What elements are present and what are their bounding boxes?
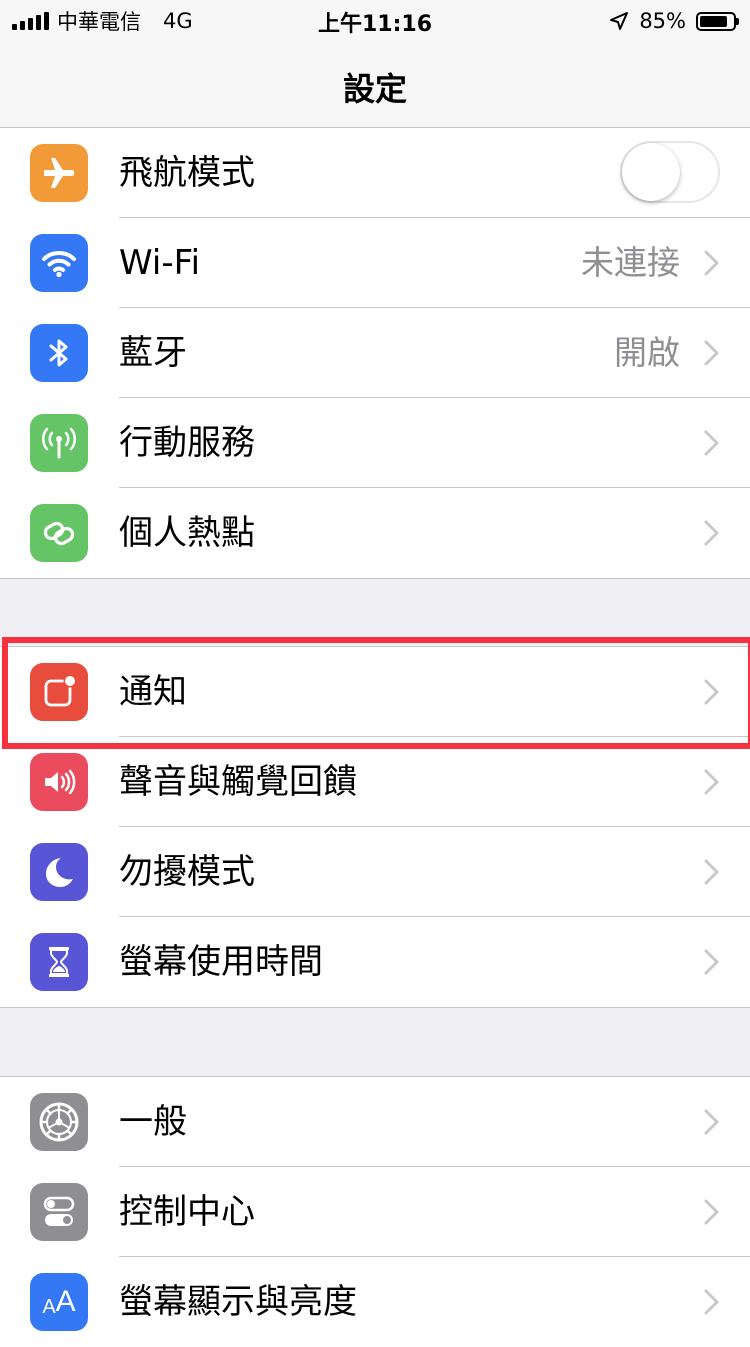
battery-fill	[700, 15, 728, 27]
settings-row-airplane-mode[interactable]: 飛航模式	[0, 128, 750, 218]
hotspot-chain-icon	[30, 504, 88, 562]
battery-icon	[696, 11, 739, 31]
navigation-bar: 設定	[0, 40, 750, 128]
bluetooth-icon	[30, 324, 88, 382]
wifi-icon	[30, 234, 88, 292]
settings-row-label: Wi-Fi	[119, 243, 201, 283]
speaker-icon	[30, 753, 88, 811]
chevron-right-icon	[704, 340, 719, 366]
settings-row-label: 行動服務	[119, 423, 255, 463]
settings-group-notifications: 通知 聲音與觸覺回饋 勿擾模式 螢幕使用時間	[0, 646, 750, 1008]
settings-row-screen-time[interactable]: 螢幕使用時間	[0, 917, 750, 1007]
chevron-right-icon	[704, 1199, 719, 1225]
airplane-icon	[30, 144, 88, 202]
chevron-right-icon	[704, 250, 719, 276]
chevron-right-icon	[704, 949, 719, 975]
gear-icon	[30, 1093, 88, 1151]
toggle-knob	[622, 143, 680, 201]
battery-percent: 85%	[639, 9, 686, 33]
text-size-icon-glyph: AA	[42, 1285, 76, 1318]
chevron-right-icon	[704, 520, 719, 546]
settings-group-general: 一般 控制中心 AA 螢幕顯示與亮度	[0, 1076, 750, 1347]
location-arrow-icon	[610, 12, 629, 30]
settings-row-label: 螢幕顯示與亮度	[119, 1282, 357, 1322]
settings-row-notifications[interactable]: 通知	[0, 647, 750, 737]
toggles-icon	[30, 1183, 88, 1241]
notifications-icon	[30, 663, 88, 721]
settings-row-value: 未連接	[581, 243, 680, 282]
settings-row-label: 螢幕使用時間	[119, 942, 323, 982]
chevron-right-icon	[704, 1289, 719, 1315]
settings-row-control-center[interactable]: 控制中心	[0, 1167, 750, 1257]
settings-row-label: 通知	[119, 672, 187, 712]
settings-row-label: 勿擾模式	[119, 852, 255, 892]
settings-row-do-not-disturb[interactable]: 勿擾模式	[0, 827, 750, 917]
page-title: 設定	[342, 70, 407, 108]
airplane-mode-toggle[interactable]	[620, 141, 720, 203]
status-right: 85%	[609, 8, 739, 34]
settings-row-bluetooth[interactable]: 藍牙 開啟	[0, 308, 750, 398]
status-bar: 中華電信 4G 上午11:16 85%	[0, 0, 750, 40]
settings-row-label: 聲音與觸覺回饋	[119, 762, 357, 802]
chevron-right-icon	[704, 769, 719, 795]
text-size-icon: AA	[30, 1273, 88, 1331]
settings-group-connectivity: 飛航模式 Wi-Fi 未連接 藍牙 開啟 行動服務 個人熱點	[0, 128, 750, 579]
settings-row-label: 控制中心	[119, 1192, 255, 1232]
hourglass-icon	[30, 933, 88, 991]
chevron-right-icon	[704, 430, 719, 456]
settings-row-label: 個人熱點	[119, 513, 255, 553]
settings-row-general[interactable]: 一般	[0, 1077, 750, 1167]
settings-row-label: 一般	[119, 1102, 187, 1142]
settings-row-hotspot[interactable]: 個人熱點	[0, 488, 750, 578]
settings-row-wifi[interactable]: Wi-Fi 未連接	[0, 218, 750, 308]
settings-row-label: 藍牙	[119, 333, 187, 373]
cellular-antenna-icon	[30, 414, 88, 472]
settings-row-label: 飛航模式	[119, 153, 255, 193]
chevron-right-icon	[704, 859, 719, 885]
chevron-right-icon	[704, 1109, 719, 1135]
settings-row-value: 開啟	[614, 333, 680, 372]
settings-row-sounds-haptics[interactable]: 聲音與觸覺回饋	[0, 737, 750, 827]
settings-row-cellular[interactable]: 行動服務	[0, 398, 750, 488]
chevron-right-icon	[704, 679, 719, 705]
moon-icon	[30, 843, 88, 901]
